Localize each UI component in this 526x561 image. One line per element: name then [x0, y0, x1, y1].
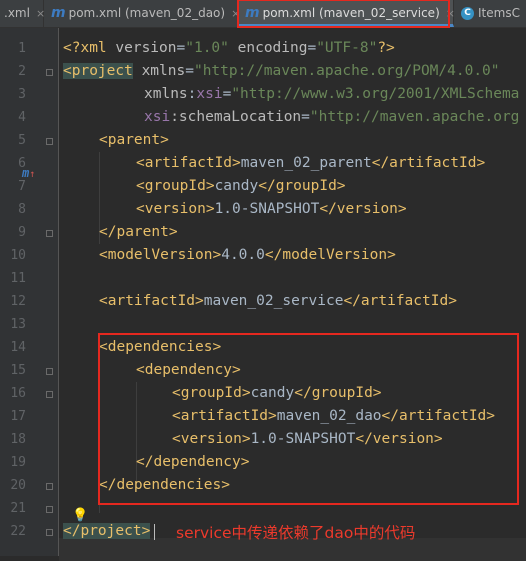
line-number: 17 [10, 409, 26, 424]
tab-label: pom.xml (maven_02_dao) [68, 6, 226, 20]
line-number: 1 [18, 41, 26, 56]
line-number: 3 [18, 87, 26, 102]
tab-pom-dao[interactable]: m pom.xml (maven_02_dao) × [45, 0, 240, 27]
line-number: 10 [10, 248, 26, 263]
code-line: </parent> [99, 224, 178, 240]
line-number: 2 [18, 64, 26, 79]
line-number: 19 [10, 455, 26, 470]
fold-marker[interactable] [46, 483, 53, 490]
active-tab-highlight-box [237, 0, 450, 28]
fold-marker[interactable] [46, 69, 53, 76]
code-line: <project xmlns="http://maven.apache.org/… [63, 63, 500, 79]
line-number: 21 [10, 501, 26, 516]
line-number: 18 [10, 432, 26, 447]
lightbulb-icon[interactable]: 💡 [72, 508, 88, 523]
line-number: 9 [18, 225, 26, 240]
code-line: </project> [63, 523, 151, 539]
code-line: xsi:schemaLocation="http://maven.apache.… [144, 109, 520, 125]
annotation-text: service中传递依赖了dao中的代码 [176, 524, 416, 542]
tab-label: ItemsC [478, 6, 520, 20]
line-number: 20 [10, 478, 26, 493]
close-icon[interactable]: × [36, 7, 45, 20]
code-line: <version>1.0-SNAPSHOT</version> [136, 201, 407, 217]
tab-label: .xml [4, 6, 30, 20]
dependencies-highlight-box [98, 333, 519, 505]
code-line: <parent> [99, 132, 169, 148]
arrow-up-icon: ↑ [29, 169, 36, 180]
text-caret [154, 524, 155, 540]
line-number: 8 [18, 202, 26, 217]
line-number: 11 [10, 271, 26, 286]
fold-marker[interactable] [46, 506, 53, 513]
code-line: <artifactId>maven_02_service</artifactId… [99, 293, 457, 309]
line-number: 15 [10, 363, 26, 378]
line-number: 4 [18, 110, 26, 125]
code-line: <modelVersion>4.0.0</modelVersion> [99, 247, 396, 263]
class-icon: C [461, 7, 474, 20]
tab-itemsc[interactable]: C ItemsC [455, 0, 526, 27]
line-number: 22 [10, 524, 26, 539]
fold-marker[interactable] [46, 529, 53, 536]
fold-marker[interactable] [46, 391, 53, 398]
code-line: <groupId>candy</groupId> [136, 178, 346, 194]
tab-xml[interactable]: .xml × [0, 0, 45, 27]
line-number: 16 [10, 386, 26, 401]
overrides-parent-gutter-icon[interactable]: m↑ [22, 166, 35, 182]
line-number: 13 [10, 317, 26, 332]
line-number: 14 [10, 340, 26, 355]
code-line: <artifactId>maven_02_parent</artifactId> [136, 155, 486, 171]
code-line: <?xml version="1.0" encoding="UTF-8"?> [63, 40, 395, 56]
line-number-gutter: 1 2 3 4 5 6 7 8 9 10 11 12 13 14 15 16 1… [0, 28, 59, 556]
maven-icon: m [51, 5, 66, 21]
fold-marker[interactable] [46, 230, 53, 237]
fold-marker[interactable] [46, 368, 53, 375]
line-number: 5 [18, 133, 26, 148]
fold-marker[interactable] [46, 138, 53, 145]
line-number: 12 [10, 294, 26, 309]
code-line: xmlns:xsi="http://www.w3.org/2001/XMLSch… [144, 86, 520, 102]
